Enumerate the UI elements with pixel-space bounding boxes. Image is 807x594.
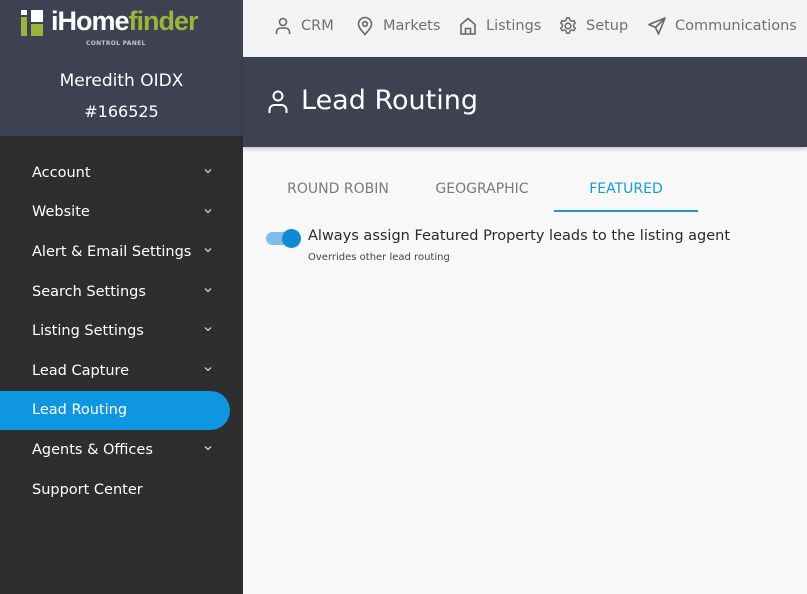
sidebar-item-agents-offices[interactable]: Agents & Offices — [0, 430, 243, 470]
top-nav: CRM Markets Listings Setup Communication… — [243, 0, 807, 57]
topnav-label: Setup — [586, 18, 629, 34]
map-pin-icon — [357, 16, 373, 36]
sidebar-item-listing-settings[interactable]: Listing Settings — [0, 311, 243, 351]
chevron-down-icon — [204, 169, 212, 174]
topnav-label: Listings — [486, 18, 542, 34]
sidebar-item-label: Account — [32, 164, 91, 181]
sidebar-item-website[interactable]: Website — [0, 193, 243, 233]
gear-icon — [560, 17, 576, 34]
topnav-label: Markets — [383, 18, 441, 34]
toggle-knob — [282, 229, 301, 248]
sidebar-item-label: Lead Routing — [32, 402, 128, 419]
logo-mark-icon — [20, 10, 46, 38]
sidebar-item-lead-routing[interactable]: Lead Routing — [0, 390, 230, 431]
logo-subtitle: CONTROL PANEL — [86, 40, 146, 47]
tab-round-robin[interactable]: ROUND ROBIN — [266, 170, 410, 212]
featured-routing-sublabel: Overrides other lead routing — [308, 252, 450, 263]
chevron-down-icon — [204, 287, 212, 293]
tab-geographic[interactable]: GEOGRAPHIC — [410, 170, 554, 212]
sidebar-item-label: Alert & Email Settings — [32, 243, 192, 260]
topnav-markets[interactable]: Markets — [355, 16, 440, 36]
account-name: Meredith OIDX — [59, 71, 184, 91]
logo-text: iHomefinder — [51, 6, 199, 36]
chevron-down-icon — [204, 446, 212, 451]
tab-featured[interactable]: FEATURED — [554, 170, 698, 212]
sidebar-item-label: Lead Capture — [32, 362, 130, 379]
user-icon — [268, 90, 288, 113]
sidebar-nav: Account Website Alert & Email Settings S… — [0, 153, 243, 509]
topnav-label: CRM — [301, 18, 334, 34]
sidebar-header: iHomefinder CONTROL PANEL Meredith OIDX … — [0, 0, 243, 136]
account-id: #166525 — [84, 102, 159, 121]
sidebar-item-alert-email-settings[interactable]: Alert & Email Settings — [0, 232, 243, 272]
topnav-communications[interactable]: Communications — [647, 16, 797, 36]
page-header: Lead Routing — [243, 57, 807, 147]
sidebar-item-label: Listing Settings — [32, 323, 144, 340]
user-icon — [275, 17, 291, 34]
topnav-crm[interactable]: CRM — [273, 16, 334, 36]
chevron-down-icon — [204, 208, 212, 214]
sidebar-item-search-settings[interactable]: Search Settings — [0, 272, 243, 312]
chevron-down-icon — [204, 248, 212, 253]
sidebar-item-label: Agents & Offices — [32, 441, 153, 458]
chevron-down-icon — [204, 327, 212, 332]
sidebar-item-label: Support Center — [32, 481, 143, 498]
sidebar-item-account[interactable]: Account — [0, 153, 243, 193]
topnav-listings[interactable]: Listings — [458, 16, 541, 36]
chevron-down-icon — [204, 367, 212, 372]
sidebar-item-label: Website — [32, 204, 90, 221]
home-icon — [460, 17, 476, 35]
page-title: Lead Routing — [301, 85, 478, 116]
send-icon — [648, 17, 666, 35]
sidebar-item-lead-capture[interactable]: Lead Capture — [0, 351, 243, 391]
topnav-setup[interactable]: Setup — [558, 16, 628, 36]
featured-routing-toggle[interactable] — [266, 228, 302, 248]
sidebar-item-label: Search Settings — [32, 283, 146, 300]
sidebar-item-support-center[interactable]: Support Center — [0, 470, 243, 510]
featured-routing-label: Always assign Featured Property leads to… — [308, 228, 731, 244]
topnav-label: Communications — [675, 18, 797, 34]
sidebar: iHomefinder CONTROL PANEL Meredith OIDX … — [0, 0, 243, 594]
